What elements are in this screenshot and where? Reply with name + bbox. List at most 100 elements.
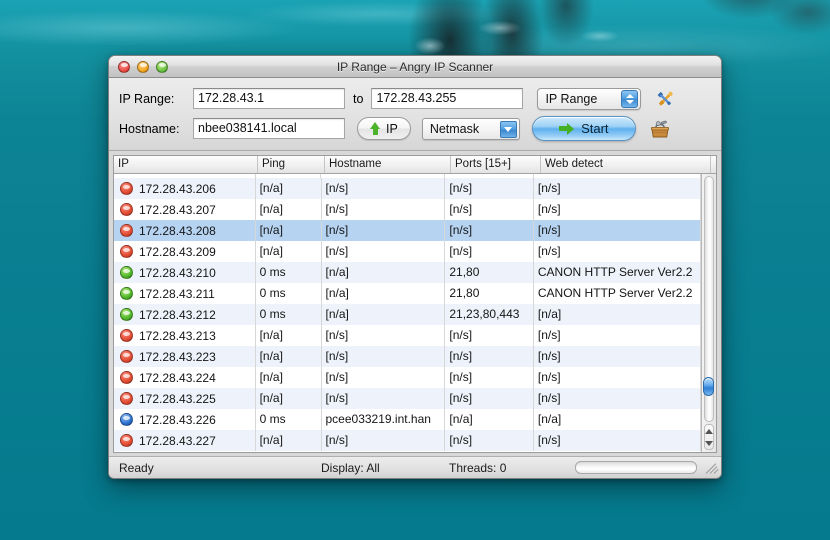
- table-cell-ping: 0 ms: [256, 304, 322, 325]
- ip-up-button[interactable]: IP: [357, 117, 411, 140]
- ip-address-text: 172.28.43.224: [139, 370, 216, 385]
- table-cell-ip: 172.28.43.224: [114, 367, 256, 388]
- table-cell-host: [n/s]: [322, 346, 446, 367]
- ip-range-from-input[interactable]: 172.28.43.1: [193, 88, 345, 109]
- table-row[interactable]: 172.28.43.206 [n/a] [n/s] [n/s] [n/s]: [114, 178, 701, 199]
- column-header-ping[interactable]: Ping: [258, 156, 325, 173]
- host-status-red-icon: [120, 350, 133, 363]
- window-controls: [118, 60, 168, 73]
- start-button[interactable]: Start: [531, 116, 636, 141]
- table-row[interactable]: 172.28.43.209 [n/a] [n/s] [n/s] [n/s]: [114, 241, 701, 262]
- table-cell-web: [n/s]: [534, 178, 701, 199]
- table-cell-ping: 0 ms: [256, 283, 322, 304]
- table-cell-ping: [n/a]: [256, 325, 322, 346]
- table-cell-ports: [n/s]: [445, 430, 534, 451]
- host-status-red-icon: [120, 392, 133, 405]
- table-cell-ping: [n/a]: [256, 346, 322, 367]
- table-cell-ping: [n/a]: [256, 178, 322, 199]
- table-cell-web: [n/s]: [534, 346, 701, 367]
- table-row[interactable]: 172.28.43.207 [n/a] [n/s] [n/s] [n/s]: [114, 199, 701, 220]
- table-cell-host: pcee033219.int.han: [322, 409, 446, 430]
- hostname-input[interactable]: nbee038141.local: [193, 118, 345, 139]
- table-cell-web: [n/s]: [534, 199, 701, 220]
- minimize-button-icon[interactable]: [137, 60, 149, 73]
- table-row[interactable]: 172.28.43.208 [n/a] [n/s] [n/s] [n/s]: [114, 220, 701, 241]
- table-cell-ports: [n/s]: [445, 388, 534, 409]
- table-cell-web: [n/s]: [534, 220, 701, 241]
- table-row[interactable]: 172.28.43.225 [n/a] [n/s] [n/s] [n/s]: [114, 388, 701, 409]
- table-cell-ping: [n/a]: [256, 430, 322, 451]
- table-cell-host: [n/s]: [322, 220, 446, 241]
- table-cell-ip: 172.28.43.223: [114, 346, 256, 367]
- table-cell-host: [n/s]: [322, 199, 446, 220]
- table-cell-host: [n/s]: [322, 178, 446, 199]
- stepper-icon[interactable]: [621, 89, 639, 108]
- table-cell-ports: 21,80: [445, 262, 534, 283]
- table-body[interactable]: 172.28.43.206 [n/a] [n/s] [n/s] [n/s] 172.28.…: [114, 174, 701, 452]
- chevron-down-icon[interactable]: [499, 120, 517, 138]
- ip-address-text: 172.28.43.225: [139, 391, 216, 406]
- feeder-select[interactable]: IP Range: [537, 87, 642, 110]
- table-cell-ports: [n/s]: [445, 241, 534, 262]
- table-row[interactable]: 172.28.43.227 [n/a] [n/s] [n/s] [n/s]: [114, 430, 701, 451]
- ip-address-text: 172.28.43.212: [139, 307, 216, 322]
- table-cell-ip: 172.28.43.208: [114, 220, 256, 241]
- table-row[interactable]: 172.28.43.211 0 ms [n/a] 21,80 CANON HTTP Se…: [114, 283, 701, 304]
- table-cell-ip: 172.28.43.226: [114, 409, 256, 430]
- table-cell-ports: 21,80: [445, 283, 534, 304]
- window-titlebar[interactable]: IP Range – Angry IP Scanner: [109, 56, 721, 78]
- scroll-up-icon[interactable]: [705, 428, 713, 434]
- window-title: IP Range – Angry IP Scanner: [336, 59, 494, 74]
- table-cell-ip: 172.28.43.207: [114, 199, 256, 220]
- table-cell-host: [n/a]: [322, 262, 446, 283]
- ip-range-to-input[interactable]: 172.28.43.255: [371, 88, 524, 109]
- column-header-ip[interactable]: IP: [114, 156, 258, 173]
- table-cell-ports: [n/a]: [445, 409, 534, 430]
- table-cell-web: [n/s]: [534, 367, 701, 388]
- table-body-area: 172.28.43.206 [n/a] [n/s] [n/s] [n/s] 172.28.…: [114, 174, 716, 452]
- ip-range-label: IP Range:: [119, 91, 175, 106]
- feeder-select-value: IP Range: [545, 91, 598, 106]
- fetchers-button[interactable]: [649, 118, 671, 140]
- column-header-host[interactable]: Hostname: [325, 156, 451, 173]
- table-cell-ping: [n/a]: [256, 199, 322, 220]
- netmask-select[interactable]: Netmask: [421, 117, 520, 140]
- table-cell-web: CANON HTTP Server Ver2.2: [534, 283, 701, 304]
- preferences-button[interactable]: [654, 88, 676, 110]
- ip-address-text: 172.28.43.208: [139, 223, 216, 238]
- table-cell-ping: [n/a]: [256, 388, 322, 409]
- vertical-scrollbar[interactable]: [701, 174, 716, 452]
- host-status-red-icon: [120, 203, 133, 216]
- table-cell-ports: [n/s]: [445, 178, 534, 199]
- table-cell-web: [n/s]: [534, 430, 701, 451]
- scrollbar-arrows[interactable]: [704, 424, 714, 450]
- table-cell-ports: [n/s]: [445, 199, 534, 220]
- arrow-up-icon: [370, 122, 381, 135]
- table-row[interactable]: 172.28.43.213 [n/a] [n/s] [n/s] [n/s]: [114, 325, 701, 346]
- column-header-ports[interactable]: Ports [15+]: [451, 156, 541, 173]
- table-row[interactable]: 172.28.43.212 0 ms [n/a] 21,23,80,443 [n/a]: [114, 304, 701, 325]
- scroll-down-icon[interactable]: [705, 440, 713, 446]
- table-row[interactable]: 172.28.43.210 0 ms [n/a] 21,80 CANON HTTP Se…: [114, 262, 701, 283]
- table-row[interactable]: 172.28.43.226 0 ms pcee033219.int.han [n/a]…: [114, 409, 701, 430]
- host-status-blue-icon: [120, 413, 133, 426]
- table-cell-ip: 172.28.43.210: [114, 262, 256, 283]
- zoom-button-icon[interactable]: [156, 60, 168, 73]
- arrow-right-icon: [559, 122, 575, 135]
- scrollbar-thumb[interactable]: [703, 377, 714, 396]
- column-header-web[interactable]: Web detect: [541, 156, 711, 173]
- toolbar: IP Range: 172.28.43.1 to 172.28.43.255 I…: [109, 78, 721, 151]
- ip-range-row: IP Range: 172.28.43.1 to 172.28.43.255 I…: [119, 84, 711, 113]
- results-table: IP Ping Hostname Ports [15+] Web detect 172.…: [113, 155, 717, 453]
- host-status-green-icon: [120, 308, 133, 321]
- desktop-background: IP Range – Angry IP Scanner IP Range: 17…: [0, 0, 830, 540]
- table-cell-ports: 21,23,80,443: [445, 304, 534, 325]
- table-cell-ports: [n/s]: [445, 367, 534, 388]
- table-cell-ports: [n/s]: [445, 325, 534, 346]
- close-button-icon[interactable]: [118, 60, 130, 73]
- resize-grip[interactable]: [704, 460, 719, 475]
- table-cell-host: [n/s]: [322, 241, 446, 262]
- ip-address-text: 172.28.43.211: [139, 286, 215, 301]
- table-row[interactable]: 172.28.43.223 [n/a] [n/s] [n/s] [n/s]: [114, 346, 701, 367]
- table-row[interactable]: 172.28.43.224 [n/a] [n/s] [n/s] [n/s]: [114, 367, 701, 388]
